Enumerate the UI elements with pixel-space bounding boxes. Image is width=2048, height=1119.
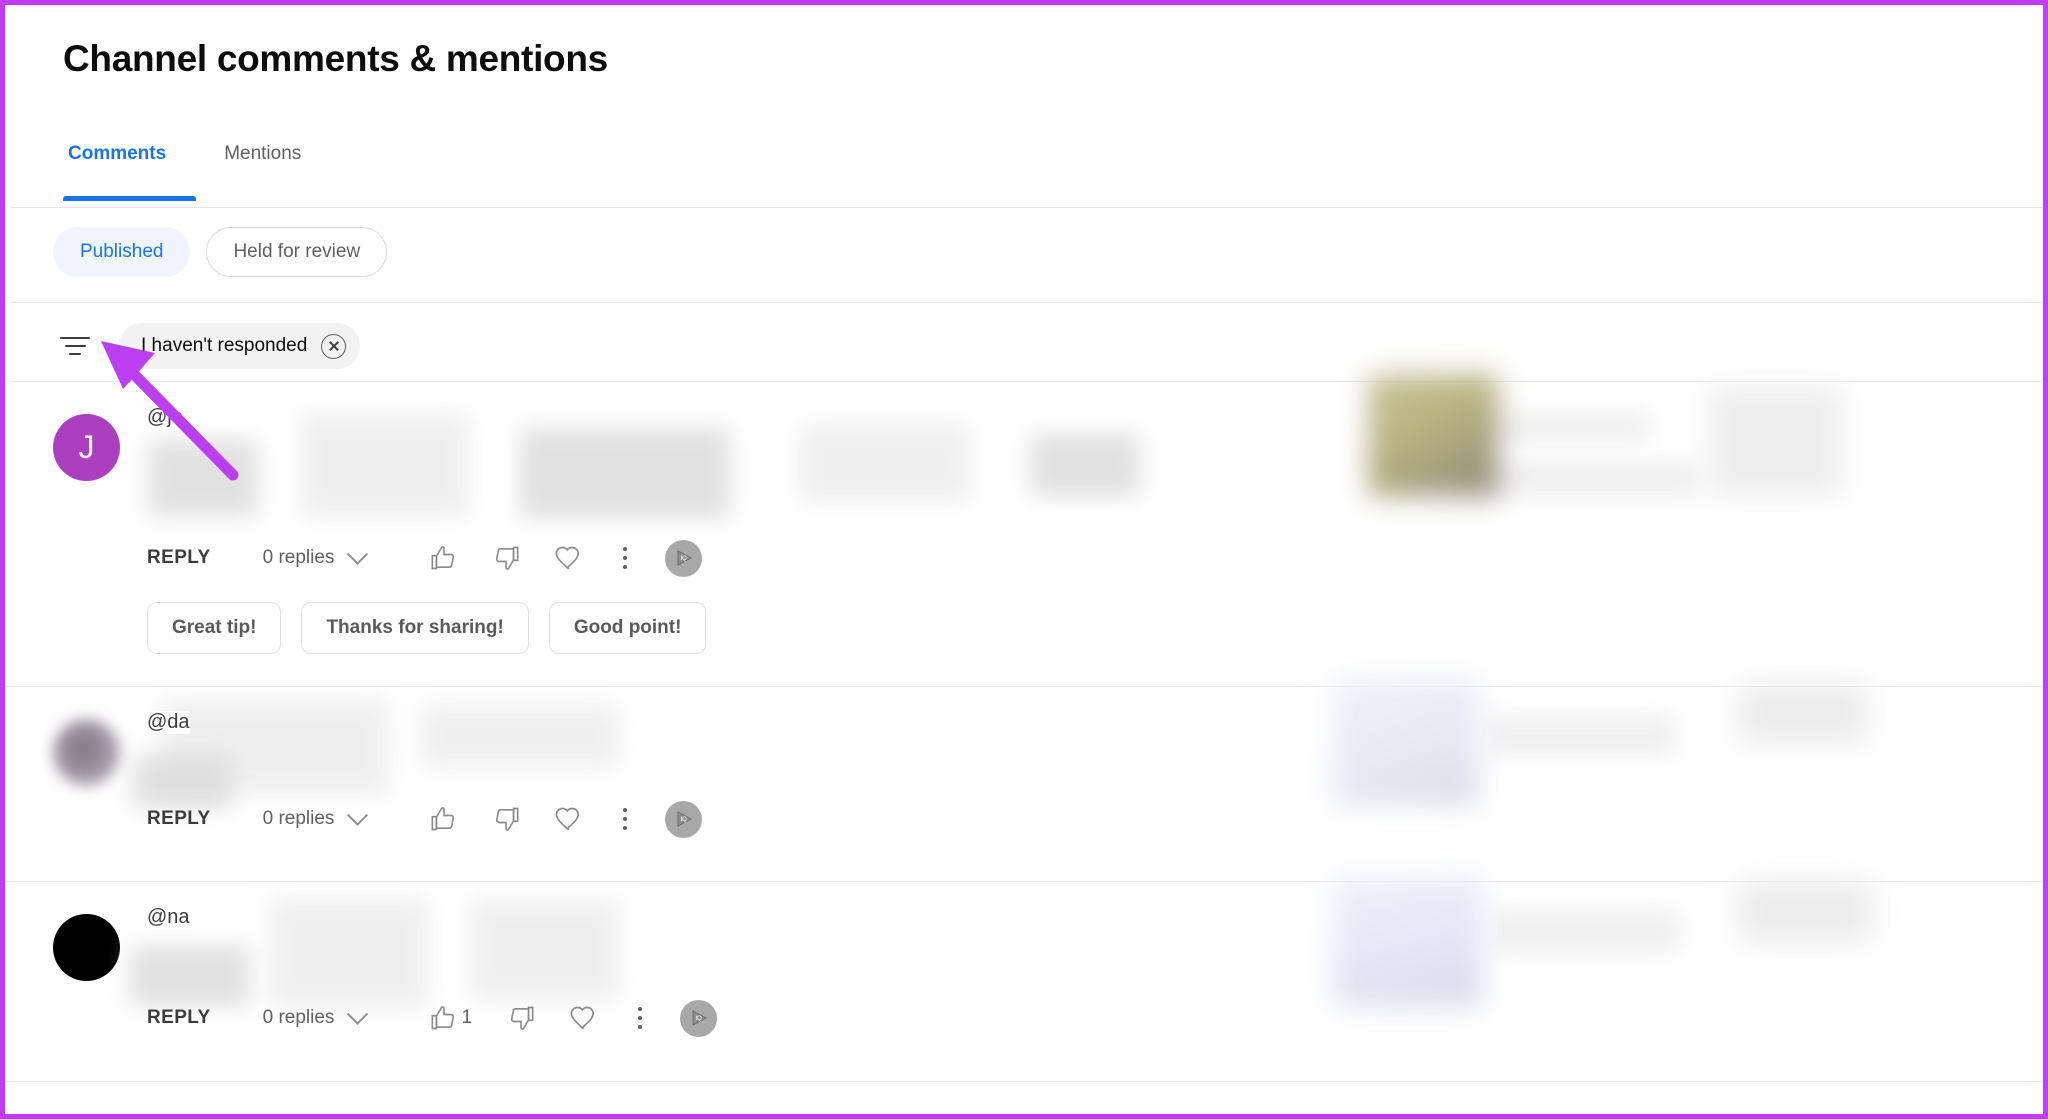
avatar-letter: J <box>78 429 95 465</box>
thumbs-down-icon[interactable] <box>475 797 537 841</box>
like-count: 1 <box>461 1007 473 1028</box>
close-circle-icon[interactable] <box>321 333 347 359</box>
kebab-dot <box>623 556 628 560</box>
tab-comments[interactable]: Comments <box>63 143 197 201</box>
chevron-down-icon <box>347 1003 369 1025</box>
tab-mentions[interactable]: Mentions <box>196 143 329 201</box>
avatar[interactable] <box>53 719 120 786</box>
channel-avatar-icon[interactable]: IQ <box>665 539 703 577</box>
status-divider <box>11 302 2043 303</box>
kebab-dot <box>623 817 628 821</box>
filter-row: I haven't responded <box>53 315 361 377</box>
replies-toggle[interactable]: 0 replies <box>262 543 369 569</box>
avatar[interactable] <box>53 914 120 981</box>
redacted-comment-text <box>1485 715 1675 755</box>
reply-button[interactable]: REPLY <box>147 808 211 830</box>
heart-icon[interactable] <box>537 797 599 841</box>
svg-text:IQ: IQ <box>680 817 687 823</box>
redacted-comment-text <box>1470 412 1650 442</box>
table-row: J @je REPLY 0 replies IQ Great tip! Than… <box>5 374 2043 687</box>
filter-icon[interactable] <box>53 324 97 368</box>
svg-text:IQ: IQ <box>680 556 687 562</box>
kebab-dot <box>623 808 628 812</box>
quick-reply-suggestions: Great tip! Thanks for sharing! Good poin… <box>147 602 2003 654</box>
redacted-comment-text <box>270 898 430 1008</box>
status-chip-held-for-review[interactable]: Held for review <box>206 227 388 277</box>
kebab-dot <box>638 1016 643 1020</box>
comment-body: @na REPLY 0 replies 1 IQ <box>120 898 2003 1057</box>
heart-icon[interactable] <box>552 996 614 1040</box>
quick-reply-chip[interactable]: Good point! <box>548 602 707 654</box>
redacted-comment-text <box>470 900 620 1000</box>
comments-page: Channel comments & mentions Comments Men… <box>0 0 2048 1119</box>
table-row: @na REPLY 0 replies 1 IQ <box>5 876 2043 1082</box>
chevron-down-icon <box>347 543 369 565</box>
kebab-dot <box>623 826 628 830</box>
replies-count-label: 0 replies <box>262 808 335 829</box>
channel-avatar-icon[interactable]: IQ <box>680 999 718 1037</box>
author-handle[interactable]: @da <box>147 711 190 734</box>
status-filter-row: Published Held for review <box>53 227 388 277</box>
kebab-dot <box>638 1025 643 1029</box>
replies-toggle[interactable]: 0 replies <box>262 804 369 830</box>
replies-toggle[interactable]: 0 replies <box>262 1003 369 1029</box>
redacted-comment-text <box>148 440 258 516</box>
filter-icon-bar-1 <box>60 337 90 339</box>
channel-avatar-icon[interactable]: IQ <box>665 800 703 838</box>
page-title: Channel comments & mentions <box>63 38 608 79</box>
kebab-menu-icon[interactable] <box>599 797 651 841</box>
table-row: @da REPLY 0 replies IQ <box>5 677 2043 882</box>
kebab-menu-icon[interactable] <box>614 996 666 1040</box>
tab-bar: Comments Mentions <box>63 143 329 201</box>
redacted-comment-text <box>1030 434 1140 496</box>
tab-comments-label: Comments <box>68 143 167 164</box>
heart-icon[interactable] <box>537 536 599 580</box>
replies-count-label: 0 replies <box>262 547 335 568</box>
tabs-divider <box>11 207 2043 208</box>
reply-button[interactable]: REPLY <box>147 547 211 569</box>
avatar[interactable]: J <box>53 414 120 481</box>
action-bar: REPLY 0 replies IQ <box>147 797 2003 841</box>
kebab-dot <box>623 547 628 551</box>
thumbs-up-icon[interactable] <box>413 797 475 841</box>
comment-body: @je REPLY 0 replies IQ Great tip! Thanks… <box>120 406 2003 662</box>
redacted-comment-text <box>520 428 730 518</box>
author-handle[interactable]: @na <box>147 906 190 929</box>
redacted-comment-text <box>300 414 470 518</box>
thumbs-up-icon[interactable] <box>413 536 475 580</box>
redacted-comment-text <box>420 705 620 767</box>
thumbs-down-icon[interactable] <box>490 996 552 1040</box>
filter-icon-bar-3 <box>69 353 81 355</box>
filter-icon-bar-2 <box>64 345 86 347</box>
redacted-comment-text <box>1480 462 1700 496</box>
redacted-comment-text <box>1490 910 1680 952</box>
reply-button[interactable]: REPLY <box>147 1007 211 1029</box>
thumbs-down-icon[interactable] <box>475 536 537 580</box>
tab-active-underline <box>63 196 197 201</box>
author-handle[interactable]: @je <box>147 406 183 429</box>
kebab-dot <box>623 565 628 569</box>
status-chip-published[interactable]: Published <box>53 227 191 277</box>
active-filter-chip[interactable]: I haven't responded <box>119 323 361 369</box>
action-bar: REPLY 0 replies 1 IQ <box>147 996 2003 1040</box>
active-filter-chip-label: I haven't responded <box>141 335 308 356</box>
svg-text:IQ: IQ <box>695 1016 702 1022</box>
action-bar: REPLY 0 replies IQ <box>147 536 2003 580</box>
redacted-comment-text <box>800 424 970 502</box>
comment-list: J @je REPLY 0 replies IQ Great tip! Than… <box>5 374 2043 1114</box>
chevron-down-icon <box>347 804 369 826</box>
tab-mentions-label: Mentions <box>224 143 302 164</box>
kebab-menu-icon[interactable] <box>599 536 651 580</box>
comment-body: @da REPLY 0 replies IQ <box>120 699 2003 857</box>
quick-reply-chip[interactable]: Great tip! <box>147 602 282 654</box>
replies-count-label: 0 replies <box>262 1007 335 1028</box>
kebab-dot <box>638 1007 643 1011</box>
quick-reply-chip[interactable]: Thanks for sharing! <box>301 602 529 654</box>
